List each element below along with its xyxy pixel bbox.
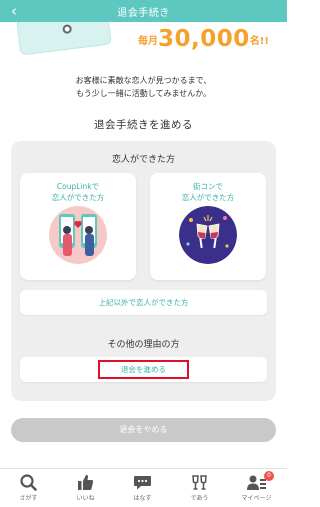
card-label: 街コンで 恋人ができた方	[150, 181, 266, 203]
toast-illustration	[179, 206, 237, 264]
card-label: CoupLinkで 恋人ができた方	[20, 181, 136, 203]
bottom-navigation: さがす いいね はなす であう 0 マイページ	[0, 468, 287, 507]
nav-label: いいね	[76, 495, 95, 502]
nav-label: であう	[190, 495, 209, 502]
other-reasons-heading: その他の理由の方	[107, 340, 180, 350]
toast-icon	[192, 475, 207, 490]
nav-item-mypage[interactable]: 0 マイページ	[228, 469, 285, 507]
nav-label: マイページ	[241, 495, 272, 502]
thumbs-up-icon	[78, 474, 94, 490]
couple-illustration	[49, 206, 107, 264]
stat-suffix: 名!!	[249, 36, 269, 47]
intro-line-1: お客様に素敵な恋人が見つかるまで、	[75, 76, 212, 85]
header-bar: ‹ 退会手続き	[0, 0, 287, 22]
nav-item-meet[interactable]: であう	[171, 469, 228, 507]
intro-line-2: もう少し一緒に活動してみませんか。	[75, 89, 212, 98]
stat-prefix: 毎月	[138, 36, 158, 47]
chat-icon	[134, 476, 151, 490]
couplink-partner-card[interactable]: CoupLinkで 恋人ができた方	[20, 173, 136, 280]
stat-number: 30,000	[158, 26, 250, 52]
hero-banner: 毎月30,000名!!	[0, 22, 287, 64]
withdraw-options-panel: 恋人ができた方 CoupLinkで 恋人ができた方 街コンで 恋人ができた方 上…	[11, 141, 276, 401]
machikon-partner-card[interactable]: 街コンで 恋人ができた方	[150, 173, 266, 280]
nav-item-chat[interactable]: はなす	[114, 469, 171, 507]
nav-item-search[interactable]: さがす	[0, 469, 57, 507]
card-label-line-1: CoupLinkで	[56, 182, 100, 191]
card-label-line-1: 街コンで	[193, 182, 223, 191]
proceed-withdraw-button[interactable]: 退会を進める	[98, 360, 189, 379]
notification-badge: 0	[264, 471, 274, 481]
nav-label: はなす	[133, 495, 152, 502]
member-stat: 毎月30,000名!!	[138, 26, 269, 52]
card-label-line-2: 恋人ができた方	[181, 193, 235, 202]
section-title: 退会手続きを進める	[94, 119, 193, 131]
card-label-line-2: 恋人ができた方	[51, 193, 105, 202]
search-icon	[20, 474, 37, 491]
page-title: 退会手続き	[117, 8, 170, 19]
found-partner-heading: 恋人ができた方	[111, 155, 175, 165]
nav-label: さがす	[19, 495, 38, 502]
nav-item-like[interactable]: いいね	[57, 469, 114, 507]
ring-icon	[62, 24, 73, 35]
phone-card-illustration	[16, 22, 112, 56]
other-partner-button[interactable]: 上記以外で恋人ができた方	[20, 290, 267, 315]
intro-message: お客様に素敵な恋人が見つかるまで、 もう少し一緒に活動してみませんか。	[0, 74, 287, 100]
proceed-withdraw-row[interactable]: 退会を進める	[20, 357, 267, 382]
cancel-withdraw-button[interactable]: 退会をやめる	[11, 418, 276, 442]
